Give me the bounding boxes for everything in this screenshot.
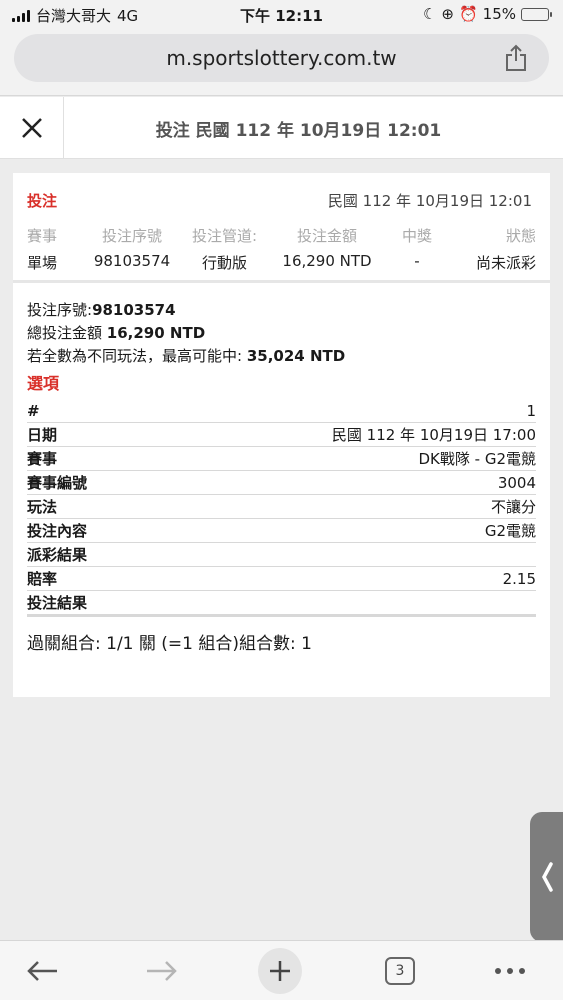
tabs-count[interactable]: 3 <box>385 957 415 985</box>
detail-row: 賠率 2.15 <box>27 567 536 591</box>
tabs-button[interactable]: 3 <box>378 949 422 993</box>
summary-value: 98103574 <box>93 252 171 270</box>
summary-header: 狀態 <box>505 227 536 245</box>
max-win-value: 35,024 NTD <box>246 347 346 365</box>
summary-header: 投注金額 <box>296 227 357 245</box>
row-value: DK戰隊 - G2電競 <box>418 450 536 468</box>
row-key: # <box>27 402 40 420</box>
summary-value: 16,290 NTD <box>282 252 372 270</box>
bet-detail-card: 投注 民國 112 年 10月19日 12:01 賽事 投注序號 投注管道: 投… <box>13 173 550 697</box>
combination-text: 過關組合: 1/1 關 (=1 組合)組合數: 1 <box>27 634 312 654</box>
moon-icon: ☾ <box>422 5 437 23</box>
summary-label: 投注 <box>27 192 58 210</box>
arrow-right-icon[interactable] <box>145 959 179 983</box>
row-key: 投注內容 <box>27 522 88 540</box>
back-button[interactable] <box>20 949 64 993</box>
detail-row: 日期 民國 112 年 10月19日 17:00 <box>27 423 536 447</box>
serial-value: 98103574 <box>92 301 176 319</box>
detail-row: 玩法 不讓分 <box>27 495 536 519</box>
detail-row: 派彩結果 <box>27 543 536 567</box>
status-right: ☾ ⊕ ⏰ 15% <box>422 5 552 23</box>
max-win-line: 若全數為不同玩法，最高可能中: 35,024 NTD <box>27 345 536 368</box>
battery-percent: 15% <box>482 5 516 23</box>
arrow-left-icon[interactable] <box>25 959 59 983</box>
bet-detail: 投注序號:98103574 總投注金額 16,290 NTD 若全數為不同玩法，… <box>13 283 550 656</box>
row-key: 賽事 <box>27 450 58 468</box>
bet-summary: 投注 民國 112 年 10月19日 12:01 賽事 投注序號 投注管道: 投… <box>13 173 550 283</box>
row-key: 日期 <box>27 426 58 444</box>
browser-toolbar: 3 <box>0 940 563 1000</box>
side-drawer-handle[interactable] <box>530 812 563 942</box>
row-key: 賽事編號 <box>27 474 88 492</box>
summary-value: 尚未派彩 <box>475 254 536 272</box>
total-value: 16,290 NTD <box>106 324 206 342</box>
browser-address-area: m.sportslottery.com.tw <box>0 30 563 96</box>
more-button[interactable] <box>488 949 532 993</box>
summary-grid: 賽事 投注序號 投注管道: 投注金額 中獎 狀態 單場 98103574 行動版… <box>27 225 536 273</box>
total-line: 總投注金額 16,290 NTD <box>27 322 536 345</box>
row-value: 2.15 <box>502 570 536 588</box>
page-header: 投注 民國 112 年 10月19日 12:01 <box>0 97 563 159</box>
row-key: 玩法 <box>27 498 58 516</box>
row-key: 賠率 <box>27 570 58 588</box>
status-bar: 台灣大哥大 4G 下午 12:11 ☾ ⊕ ⏰ 15% <box>0 0 563 30</box>
summary-value: 單場 <box>27 254 58 272</box>
chevron-left-icon[interactable] <box>540 861 554 893</box>
forward-button[interactable] <box>140 949 184 993</box>
serial-line: 投注序號:98103574 <box>27 299 536 322</box>
row-value: 不讓分 <box>490 498 536 516</box>
serial-label: 投注序號: <box>27 301 93 319</box>
close-button[interactable] <box>0 97 64 158</box>
max-win-label: 若全數為不同玩法，最高可能中: <box>27 347 243 365</box>
detail-row: 投注內容 G2電競 <box>27 519 536 543</box>
alarm-icon: ⏰ <box>458 5 478 23</box>
battery-icon <box>521 7 552 21</box>
summary-value: 行動版 <box>201 254 247 272</box>
row-value: 3004 <box>497 474 536 492</box>
close-icon[interactable] <box>20 116 44 140</box>
row-key: 派彩結果 <box>27 546 88 564</box>
row-value: G2電競 <box>484 522 536 540</box>
row-key: 投注結果 <box>27 594 88 612</box>
row-value: 1 <box>526 402 536 420</box>
summary-value: - <box>414 252 420 270</box>
detail-row: 投注結果 <box>27 591 536 617</box>
page-title: 投注 民國 112 年 10月19日 12:01 <box>155 121 442 141</box>
address-bar[interactable]: m.sportslottery.com.tw <box>14 34 549 82</box>
more-dots-icon[interactable] <box>493 967 527 975</box>
summary-header: 中獎 <box>401 227 432 245</box>
detail-row: 賽事編號 3004 <box>27 471 536 495</box>
orientation-lock-icon: ⊕ <box>441 5 454 23</box>
share-icon[interactable] <box>503 44 529 72</box>
summary-header: 投注管道: <box>191 227 258 245</box>
row-value: 民國 112 年 10月19日 17:00 <box>331 426 536 444</box>
options-title: 選項 <box>27 374 60 393</box>
summary-header: 投注序號 <box>101 227 162 245</box>
summary-date: 民國 112 年 10月19日 12:01 <box>327 192 532 210</box>
plus-icon[interactable] <box>258 948 302 994</box>
detail-row: 賽事 DK戰隊 - G2電競 <box>27 447 536 471</box>
summary-header: 賽事 <box>27 227 58 245</box>
new-tab-button[interactable] <box>258 948 302 994</box>
url-text[interactable]: m.sportslottery.com.tw <box>14 46 549 70</box>
detail-row: #1 <box>27 399 536 423</box>
total-label: 總投注金額 <box>27 324 103 342</box>
